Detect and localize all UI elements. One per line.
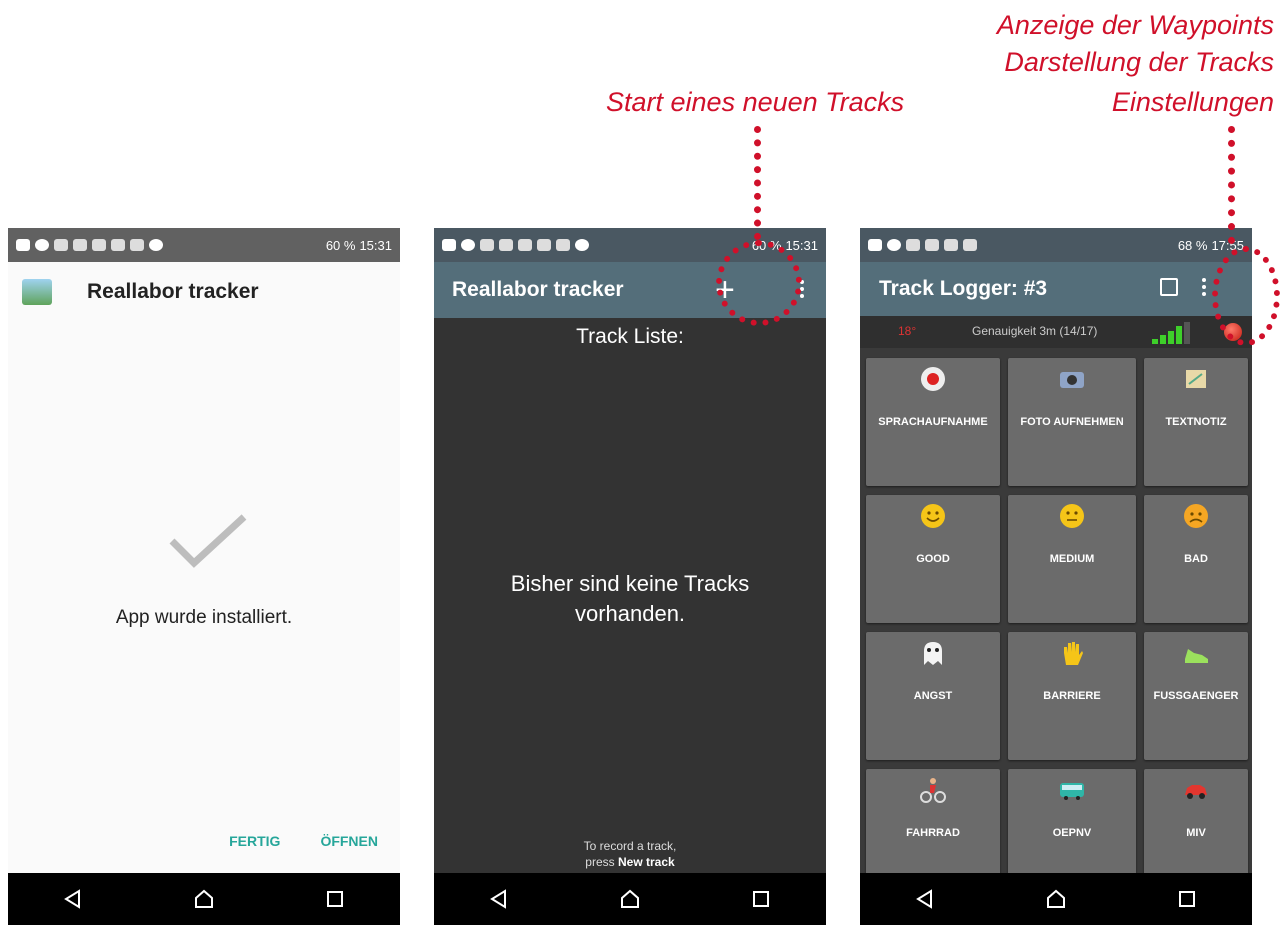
hint-prefix: press — [585, 855, 618, 869]
waypoint-tile-barriere[interactable]: BARRIERE — [1008, 632, 1136, 760]
record-hint: To record a track, press New track — [434, 838, 826, 870]
shoe-icon — [1185, 649, 1208, 663]
tile-label: BARRIERE — [1043, 690, 1101, 702]
annotation-menu-line3: Einstellungen — [1111, 87, 1274, 117]
nav-bar — [8, 873, 400, 925]
back-icon[interactable] — [488, 888, 510, 910]
bus-icon — [1060, 783, 1084, 800]
toolbar-title: Track Logger: #3 — [879, 277, 1048, 300]
phone-track-list: 60 % 15:31 Reallabor tracker + Track List… — [434, 228, 826, 925]
tile-label: TEXTNOTIZ — [1165, 416, 1227, 428]
annotation-pointer-menu — [1228, 126, 1235, 244]
save-icon[interactable] — [1160, 278, 1178, 296]
tile-label: MIV — [1186, 827, 1206, 839]
checkmark-icon — [169, 514, 247, 568]
home-icon[interactable] — [619, 888, 641, 910]
ghost-icon — [924, 642, 942, 665]
waypoint-tile-textnotiz[interactable]: TEXTNOTIZ — [1144, 358, 1248, 486]
red-indicator: 18° — [898, 324, 917, 338]
annotation-menu-line1: Anzeige der Waypoints — [996, 10, 1274, 40]
open-button[interactable]: ÖFFNEN — [320, 833, 378, 849]
toolbar-title: Reallabor tracker — [452, 278, 624, 301]
track-list-header: Track Liste: — [576, 325, 684, 348]
cyclist-icon — [920, 778, 946, 803]
hint-action: New track — [617, 855, 675, 869]
waypoint-tile-angst[interactable]: ANGST — [866, 632, 1000, 760]
nav-bar — [434, 873, 826, 925]
hint-line1: To record a track, — [583, 839, 677, 853]
annotation-circle-new-track — [716, 240, 802, 326]
done-button[interactable]: FERTIG — [229, 833, 280, 849]
tile-label: BAD — [1184, 553, 1208, 565]
battery-text: 60 % — [325, 237, 356, 253]
recents-icon[interactable] — [1176, 888, 1198, 910]
waypoint-tile-medium[interactable]: MEDIUM — [1008, 495, 1136, 623]
tile-label: FUSSGAENGER — [1153, 690, 1239, 702]
waypoint-tile-fussgaenger[interactable]: FUSSGAENGER — [1144, 632, 1248, 760]
back-icon[interactable] — [62, 888, 84, 910]
waypoint-tile-good[interactable]: GOOD — [866, 495, 1000, 623]
gps-info-bar: 18° Genauigkeit 3m (14/17) — [860, 316, 1252, 348]
tile-label: MEDIUM — [1049, 553, 1095, 565]
install-message: App wurde installiert. — [115, 607, 293, 628]
waypoint-tile-sprachaufnahme[interactable]: SPRACHAUFNAHME — [866, 358, 1000, 486]
waypoint-button-grid: SPRACHAUFNAHME FOTO AUFNEHMEN TEXTNOTIZ GOO… — [866, 358, 1248, 897]
waypoint-tile-bad[interactable]: BAD — [1144, 495, 1248, 623]
microphone-record-icon — [921, 367, 945, 391]
status-bar: 60 % 15:31 — [8, 228, 400, 262]
overflow-menu-icon[interactable] — [1202, 278, 1207, 299]
sad-face-icon — [1184, 504, 1208, 528]
annotation-circle-menu — [1212, 246, 1280, 346]
accuracy-text: Genauigkeit 3m (14/17) — [972, 324, 1098, 338]
home-icon[interactable] — [1045, 888, 1067, 910]
tile-label: OEPNV — [1052, 827, 1092, 839]
phone-track-logger: 68 % 17:55 Track Logger: #3 18° Genauigke… — [860, 228, 1252, 925]
home-icon[interactable] — [193, 888, 215, 910]
hand-icon — [1064, 642, 1083, 665]
tile-label: GOOD — [916, 553, 950, 565]
car-icon — [1185, 785, 1207, 799]
recents-icon[interactable] — [324, 888, 346, 910]
tile-label: SPRACHAUFNAHME — [878, 416, 988, 428]
app-title: Reallabor tracker — [87, 280, 259, 303]
recents-icon[interactable] — [750, 888, 772, 910]
battery-text: 68 % — [1177, 237, 1208, 253]
waypoint-tile-foto aufnehmen[interactable]: FOTO AUFNEHMEN — [1008, 358, 1136, 486]
phone-install-screen: 60 % 15:31 Reallabor tracker App wurde in… — [8, 228, 400, 925]
smile-icon — [921, 504, 945, 528]
signal-bars-icon — [1152, 322, 1190, 344]
neutral-face-icon — [1060, 504, 1084, 528]
annotation-menu-line2: Darstellung der Tracks — [1004, 47, 1274, 77]
tile-label: ANGST — [913, 690, 953, 702]
tile-label: FOTO AUFNEHMEN — [1020, 416, 1124, 428]
annotation-new-track: Start eines neuen Tracks — [606, 87, 905, 117]
status-bar: 68 % 17:55 — [860, 228, 1252, 262]
app-icon — [22, 279, 52, 305]
note-icon — [1186, 370, 1206, 388]
camera-icon — [1060, 372, 1084, 388]
nav-bar — [860, 873, 1252, 925]
empty-message: Bisher sind keine Tracks vorhanden. — [510, 571, 750, 626]
tile-label: FAHRRAD — [906, 827, 960, 839]
clock: 15:31 — [359, 237, 392, 253]
clock: 15:31 — [785, 237, 818, 253]
back-icon[interactable] — [914, 888, 936, 910]
annotation-pointer-new-track — [754, 126, 761, 240]
toolbar: Track Logger: #3 — [860, 262, 1252, 316]
app-header: Reallabor tracker — [8, 262, 400, 322]
